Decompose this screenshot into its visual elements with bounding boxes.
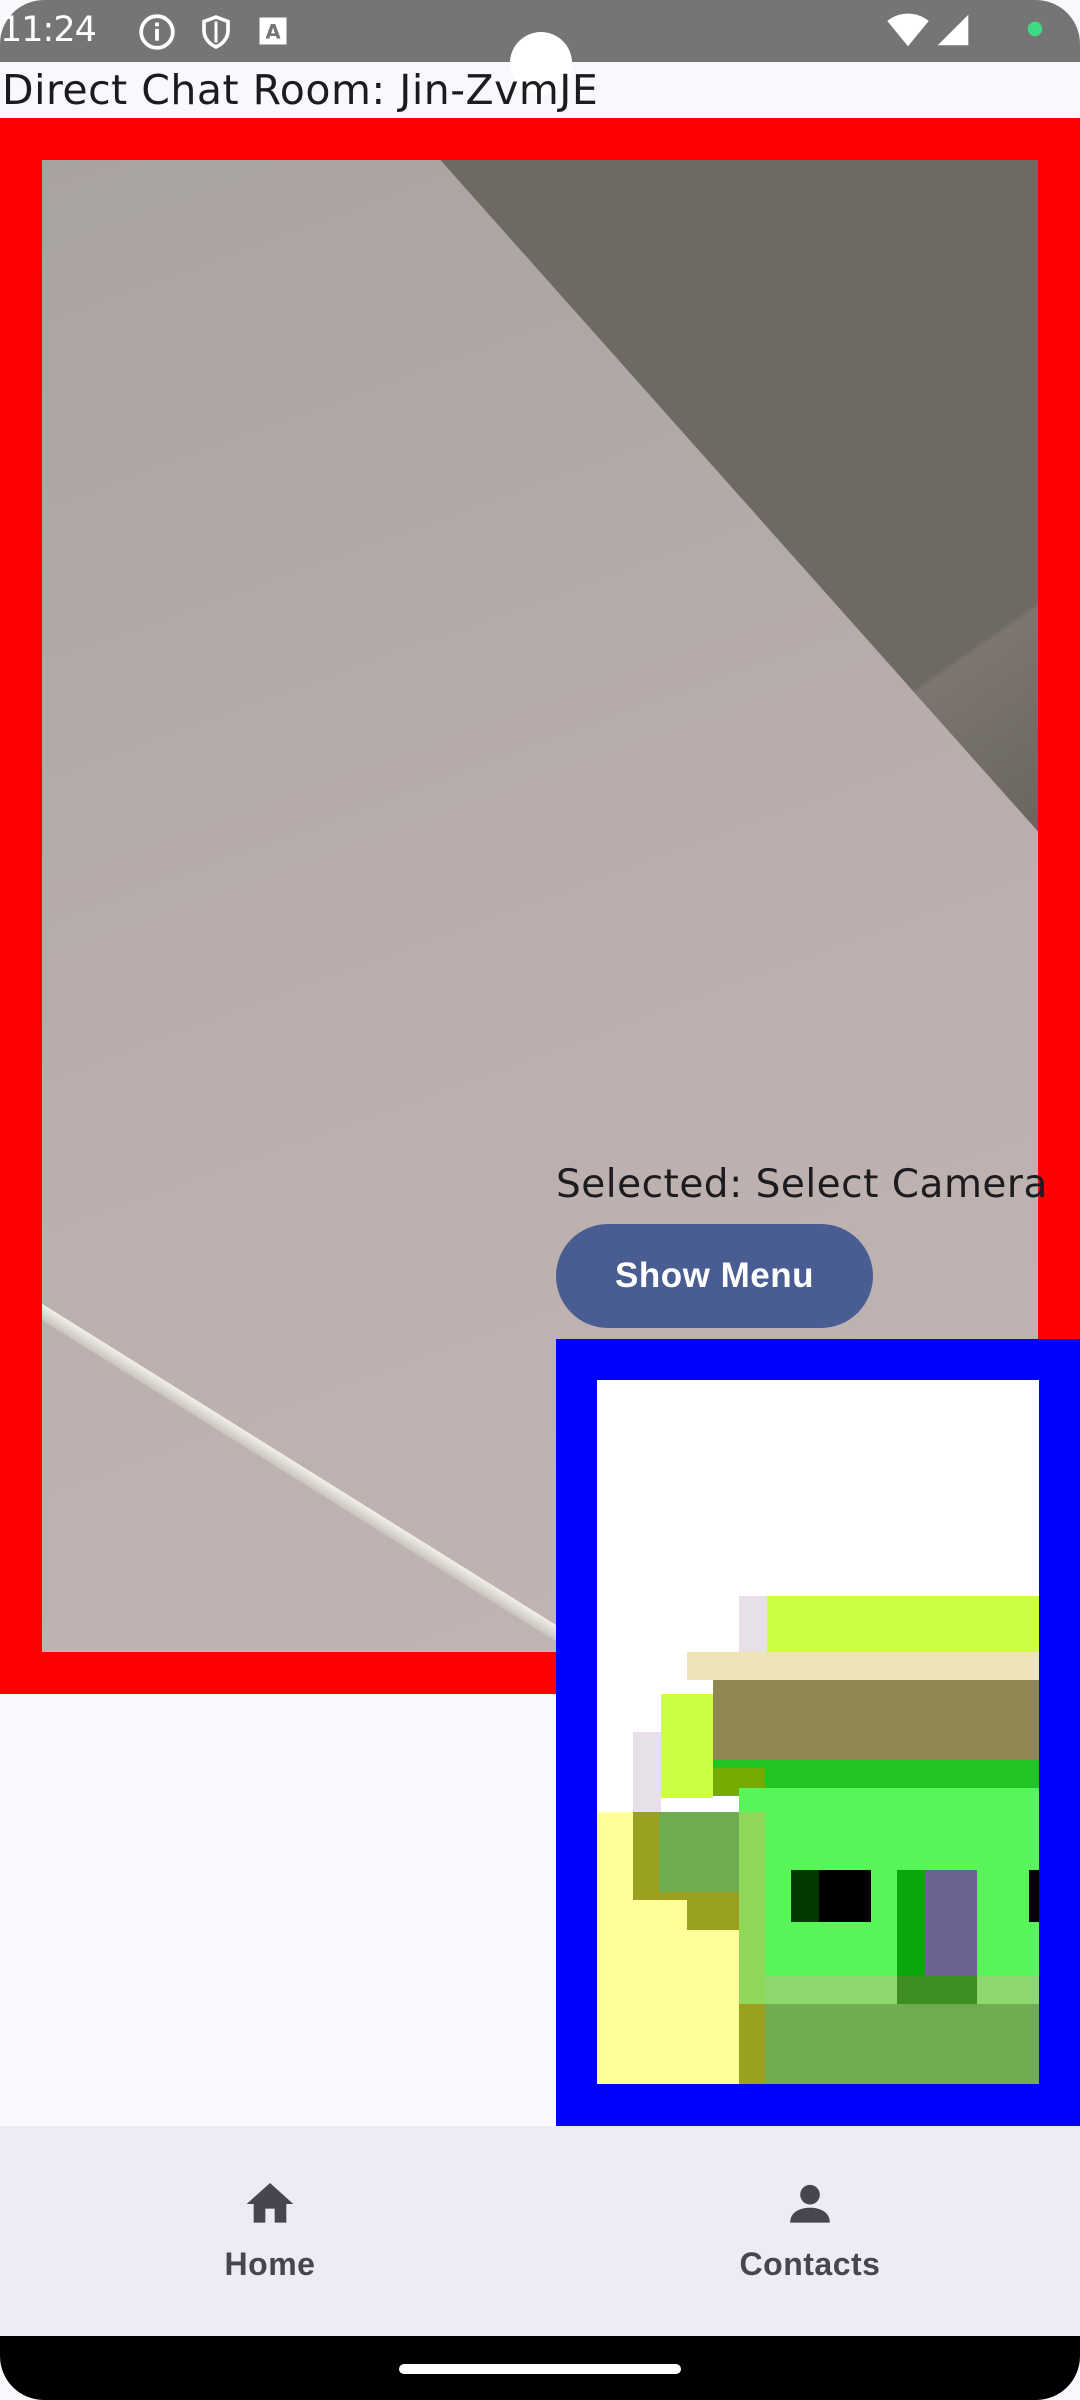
status-time: 11:24 (0, 10, 97, 50)
shield-icon (202, 15, 230, 49)
bottom-navigation: Home Contacts (0, 2126, 1080, 2336)
nav-label-contacts: Contacts (739, 2246, 881, 2282)
signal-icon (937, 14, 969, 46)
local-video-feed (597, 1380, 1039, 2084)
chat-room-title: Direct Chat Room: Jin-ZvmJE (2, 66, 599, 114)
home-gesture-handle[interactable] (399, 2364, 681, 2374)
dot-icon (1027, 21, 1043, 37)
remote-feed-pipe (42, 1281, 600, 1652)
nav-item-home[interactable]: Home (0, 2126, 540, 2336)
show-menu-button[interactable]: Show Menu (556, 1224, 873, 1328)
selected-camera-label: Selected: Select Camera (556, 1162, 1048, 1207)
person-icon (790, 2184, 830, 2223)
local-video-frame[interactable] (556, 1339, 1080, 2126)
nav-label-home: Home (224, 2246, 316, 2282)
home-icon (246, 2183, 294, 2223)
svg-text:A: A (265, 21, 280, 44)
a-badge-icon: A (259, 17, 287, 45)
info-icon (139, 14, 175, 50)
gesture-navigation-bar (0, 2336, 1080, 2400)
wifi-icon (887, 13, 929, 47)
nav-item-contacts[interactable]: Contacts (540, 2126, 1080, 2336)
